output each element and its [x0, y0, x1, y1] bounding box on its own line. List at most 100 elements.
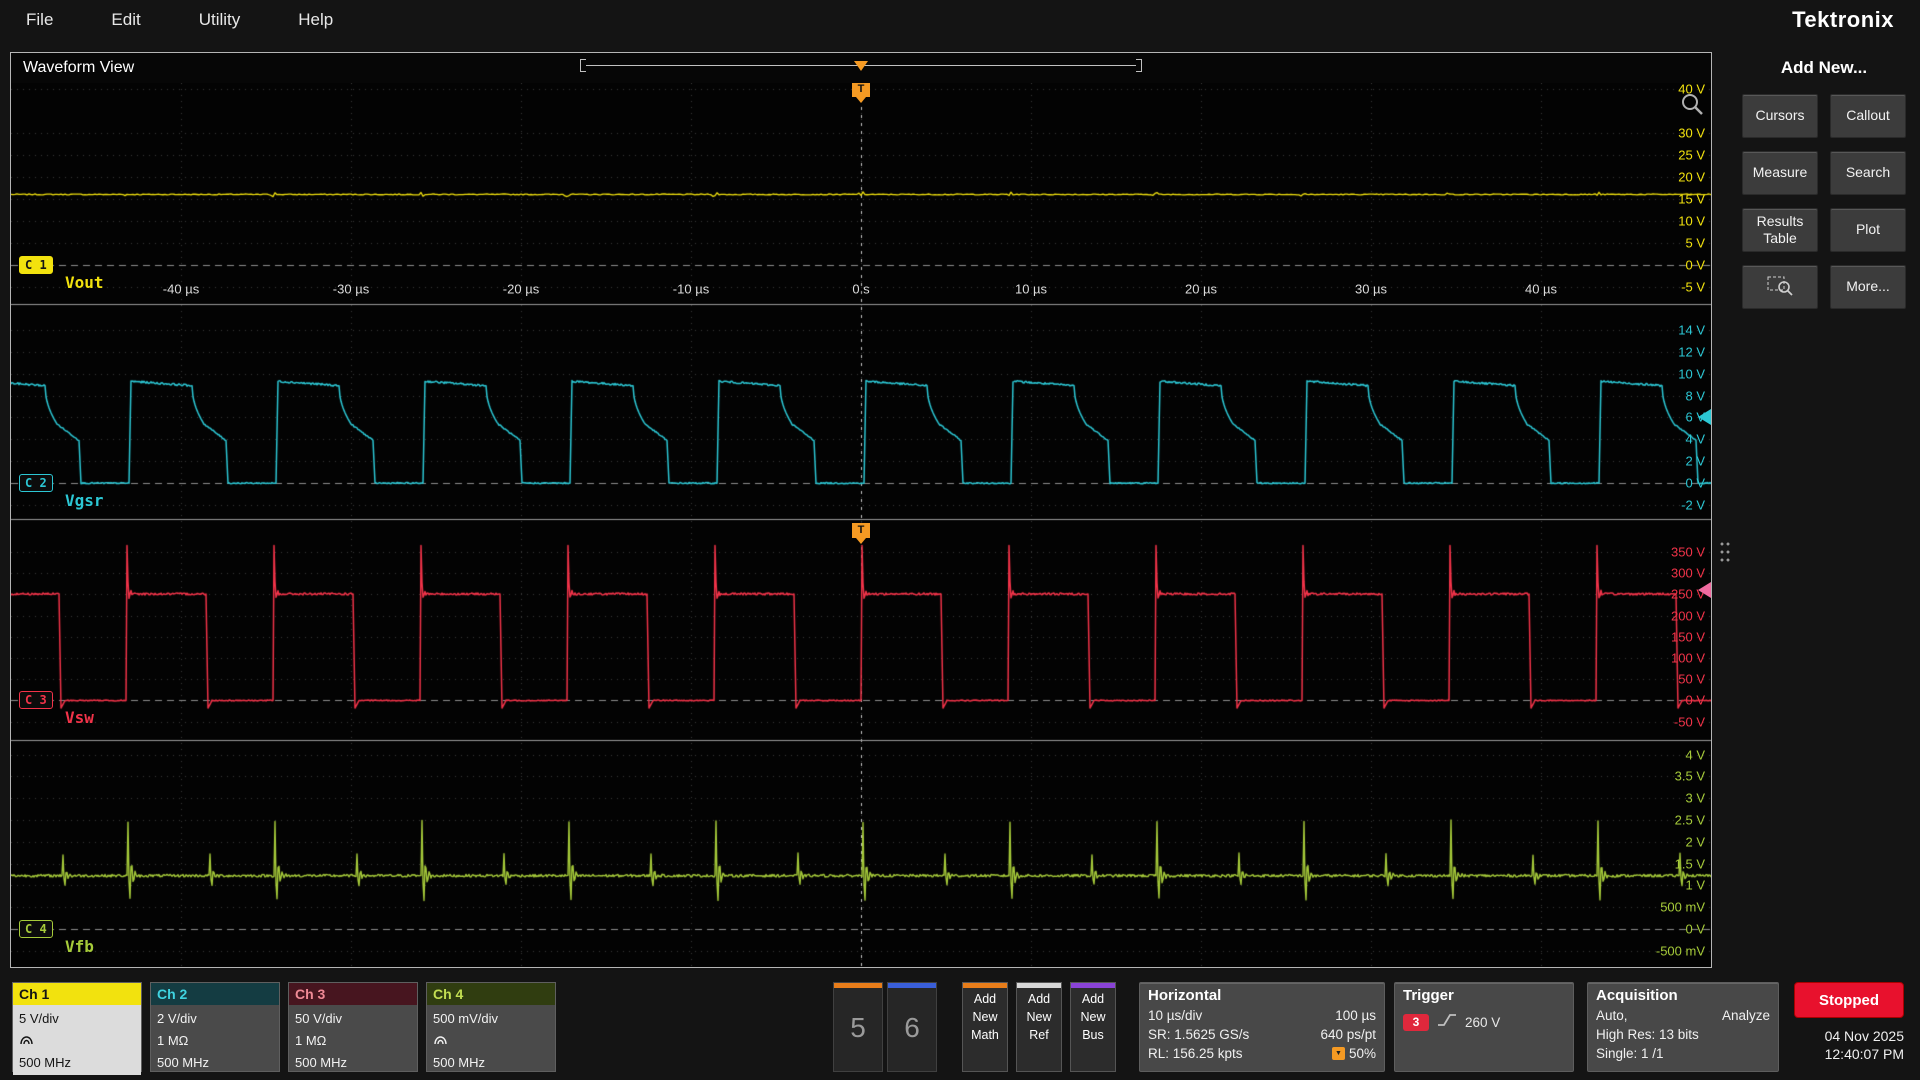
trigger-settings-row: 3 260 V — [1403, 1012, 1565, 1033]
scale-label: 10 V — [1678, 366, 1705, 381]
menu-item-edit[interactable]: Edit — [111, 10, 140, 30]
tektronix-logo: Tektronix — [1792, 7, 1894, 33]
scale-label: 0 V — [1685, 693, 1705, 708]
channel-badge-4[interactable]: C 4 — [19, 920, 53, 938]
tile-row: 500 MHz — [19, 1055, 135, 1070]
channel-6-add-tile[interactable]: 6 — [887, 982, 937, 1072]
channel-2-name: Vgsr — [65, 491, 104, 510]
trigger-title: Trigger — [1403, 987, 1565, 1004]
tile-row: 2 V/div — [157, 1011, 273, 1026]
channel-1-tile-label: Ch 1 — [13, 983, 141, 1005]
expansion-point-icon: ▼ — [1332, 1047, 1345, 1060]
channel-2-tile-label: Ch 2 — [151, 983, 279, 1005]
waveform-view-header: Waveform View — [11, 53, 1711, 83]
scale-label: 3.5 V — [1675, 769, 1705, 784]
time-display: 12:40:07 PM — [1792, 1046, 1904, 1062]
scale-label: 12 V — [1678, 344, 1705, 359]
scale-label: -5 V — [1681, 279, 1705, 294]
channel-4-name: Vfb — [65, 937, 94, 956]
sidebar-more-button[interactable]: More... — [1830, 265, 1906, 309]
scale-label: 4 V — [1685, 432, 1705, 447]
scale-label: 200 V — [1671, 608, 1705, 623]
sidebar-cursors-button[interactable]: Cursors — [1742, 94, 1818, 138]
channel-badge-1[interactable]: C 1 — [19, 256, 53, 274]
plot-area: C 1Vout40 V30 V25 V20 V15 V10 V5 V0 V-5 … — [11, 83, 1711, 967]
channel-4-settings-tile[interactable]: Ch 4500 mV/div500 MHz — [426, 982, 556, 1072]
trigger-source-badge: 3 — [1403, 1014, 1429, 1031]
menu-item-file[interactable]: File — [26, 10, 53, 30]
acquisition-title: Acquisition — [1596, 987, 1770, 1004]
acquisition-row: Auto,Analyze — [1596, 1006, 1770, 1025]
trigger-position-triangle[interactable] — [854, 61, 868, 71]
scale-label: 100 V — [1671, 651, 1705, 666]
scale-label: 30 V — [1678, 126, 1705, 141]
scale-label: -50 V — [1674, 714, 1705, 729]
menu-item-utility[interactable]: Utility — [199, 10, 241, 30]
time-label: -10 µs — [673, 281, 709, 296]
channel-3-name: Vsw — [65, 708, 94, 727]
channel-tiles: Ch 15 V/div500 MHzCh 22 V/div1 MΩ500 MHz… — [12, 982, 556, 1072]
add-new-bus-button[interactable]: AddNewBus — [1070, 982, 1116, 1072]
rising-edge-icon — [1437, 1012, 1457, 1033]
channel-2-settings-tile[interactable]: Ch 22 V/div1 MΩ500 MHz — [150, 982, 280, 1072]
run-stop-button[interactable]: Stopped — [1794, 982, 1904, 1018]
zoom-area-button[interactable] — [1742, 265, 1818, 309]
horizontal-row: 10 µs/div100 µs — [1148, 1006, 1376, 1025]
oscilloscope-app: File Edit Utility Help Tektronix Waveform V… — [0, 0, 1920, 1080]
acquisition-row: High Res: 13 bits — [1596, 1025, 1770, 1044]
scale-label: 1.5 V — [1675, 856, 1705, 871]
scale-label: -2 V — [1681, 498, 1705, 513]
trigger-position-flag[interactable]: T — [852, 83, 870, 97]
tile-row: 500 MHz — [295, 1055, 411, 1070]
main-area: Waveform View C 1Vout40 V30 V25 V20 V15 … — [0, 40, 1920, 976]
sidebar-results-table-button[interactable]: Results Table — [1742, 208, 1818, 252]
trigger-source-flag[interactable]: T — [852, 523, 870, 538]
scale-label: 500 mV — [1660, 900, 1705, 915]
channel-1-settings-tile[interactable]: Ch 15 V/div500 MHz — [12, 982, 142, 1072]
add-new-ref-button[interactable]: AddNewRef — [1016, 982, 1062, 1072]
acquisition-row: Single: 1 /1 — [1596, 1044, 1770, 1063]
scale-label: 2 V — [1685, 454, 1705, 469]
ch2-position-marker[interactable] — [1698, 409, 1711, 425]
horizontal-row: SR: 1.5625 GS/s640 ps/pt — [1148, 1025, 1376, 1044]
menu-item-help[interactable]: Help — [298, 10, 333, 30]
sidebar-plot-button[interactable]: Plot — [1830, 208, 1906, 252]
scale-label: 0 V — [1685, 476, 1705, 491]
time-label: 40 µs — [1525, 281, 1557, 296]
horizontal-panel[interactable]: Horizontal 10 µs/div100 µsSR: 1.5625 GS/… — [1139, 982, 1385, 1072]
sidebar-search-button[interactable]: Search — [1830, 151, 1906, 195]
time-label: -30 µs — [333, 281, 369, 296]
horizontal-title: Horizontal — [1148, 987, 1376, 1004]
time-label: 10 µs — [1015, 281, 1047, 296]
zoom-scroll-bar[interactable] — [580, 59, 1142, 72]
waveform-view: Waveform View C 1Vout40 V30 V25 V20 V15 … — [10, 52, 1712, 968]
sidebar-measure-button[interactable]: Measure — [1742, 151, 1818, 195]
date-display: 04 Nov 2025 — [1792, 1028, 1904, 1044]
trigger-level-marker[interactable] — [1698, 582, 1711, 598]
scale-label: 150 V — [1671, 629, 1705, 644]
scale-label: -500 mV — [1656, 943, 1705, 958]
add-new-title: Add New... — [1736, 58, 1912, 78]
channel-badge-2[interactable]: C 2 — [19, 474, 53, 492]
scale-label: 2 V — [1685, 834, 1705, 849]
bandwidth-limit-icon — [19, 1033, 135, 1048]
trigger-panel[interactable]: Trigger 3 260 V — [1394, 982, 1574, 1072]
scale-label: 20 V — [1678, 169, 1705, 184]
time-label: -20 µs — [503, 281, 539, 296]
acquisition-panel[interactable]: Acquisition Auto,AnalyzeHigh Res: 13 bit… — [1587, 982, 1779, 1072]
channel-5-add-tile[interactable]: 5 — [833, 982, 883, 1072]
panel-splitter-handle[interactable] — [1719, 540, 1731, 564]
settings-bar: Ch 15 V/div500 MHzCh 22 V/div1 MΩ500 MHz… — [0, 976, 1920, 1080]
sidebar-callout-button[interactable]: Callout — [1830, 94, 1906, 138]
zoom-icon[interactable] — [1679, 91, 1705, 122]
channel-badge-3[interactable]: C 3 — [19, 691, 53, 709]
time-label: 0 s — [852, 281, 869, 296]
add-new-panel: Add New... Cursors Callout Measure Search Re… — [1736, 54, 1912, 309]
horizontal-row: RL: 156.25 kpts▼50% — [1148, 1044, 1376, 1063]
tile-row: 500 mV/div — [433, 1011, 549, 1026]
channel-6-label: 6 — [888, 988, 936, 1068]
channel-5-label: 5 — [834, 988, 882, 1068]
add-new-math-button[interactable]: AddNewMath — [962, 982, 1008, 1072]
channel-3-tile-label: Ch 3 — [289, 983, 417, 1005]
channel-3-settings-tile[interactable]: Ch 350 V/div1 MΩ500 MHz — [288, 982, 418, 1072]
